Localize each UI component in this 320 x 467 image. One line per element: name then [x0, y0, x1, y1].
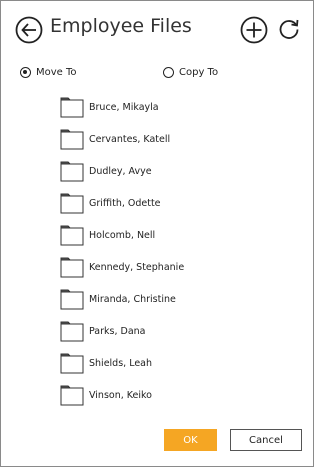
folder-item[interactable]: Vinson, Keiko: [60, 382, 290, 408]
folder-icon: [60, 257, 84, 278]
folder-icon: [60, 321, 84, 342]
folder-icon: [60, 353, 84, 374]
add-folder-button[interactable]: [240, 16, 268, 44]
copy-to-option[interactable]: Copy To: [163, 64, 218, 80]
ok-button[interactable]: OK: [164, 429, 217, 451]
folder-label: Shields, Leah: [89, 357, 153, 369]
folder-label: Parks, Dana: [89, 325, 146, 337]
folder-item[interactable]: Griffith, Odette: [60, 190, 290, 216]
folder-item[interactable]: Kennedy, Stephanie: [60, 254, 290, 280]
plus-circle-icon: [240, 16, 268, 44]
folder-item[interactable]: Miranda, Christine: [60, 286, 290, 312]
copy-to-radio[interactable]: [163, 66, 174, 78]
page-title: Employee Files: [50, 15, 192, 37]
folder-label: Kennedy, Stephanie: [89, 261, 185, 273]
employee-files-dialog: Employee Files Move To Copy To Bruce, Mi…: [0, 0, 314, 467]
folder-icon: [60, 193, 84, 214]
folder-item[interactable]: Dudley, Avye: [60, 158, 290, 184]
folder-label: Bruce, Mikayla: [89, 101, 159, 113]
folder-icon: [60, 97, 84, 118]
folder-item[interactable]: Cervantes, Katell: [60, 126, 290, 152]
move-to-radio[interactable]: [20, 66, 31, 78]
folder-label: Griffith, Odette: [89, 197, 161, 209]
cancel-button[interactable]: Cancel: [230, 429, 302, 451]
refresh-icon: [279, 19, 299, 39]
folder-item[interactable]: Shields, Leah: [60, 350, 290, 376]
move-to-label: Move To: [36, 66, 77, 78]
folder-label: Dudley, Avye: [89, 165, 152, 177]
arrow-left-circle-icon: [15, 16, 43, 44]
folder-item[interactable]: Bruce, Mikayla: [60, 94, 290, 120]
folder-item[interactable]: Parks, Dana: [60, 318, 290, 344]
folder-item[interactable]: Holcomb, Nell: [60, 222, 290, 248]
back-button[interactable]: [15, 16, 43, 44]
folder-icon: [60, 225, 84, 246]
move-to-option[interactable]: Move To: [20, 64, 77, 80]
folder-label: Cervantes, Katell: [89, 133, 171, 145]
copy-to-label: Copy To: [179, 66, 219, 78]
folder-label: Miranda, Christine: [89, 293, 176, 305]
folder-label: Holcomb, Nell: [89, 229, 156, 241]
folder-icon: [60, 161, 84, 182]
folder-icon: [60, 129, 84, 150]
folder-icon: [60, 289, 84, 310]
folder-icon: [60, 385, 84, 406]
refresh-button[interactable]: [277, 17, 301, 41]
folder-label: Vinson, Keiko: [89, 389, 152, 401]
